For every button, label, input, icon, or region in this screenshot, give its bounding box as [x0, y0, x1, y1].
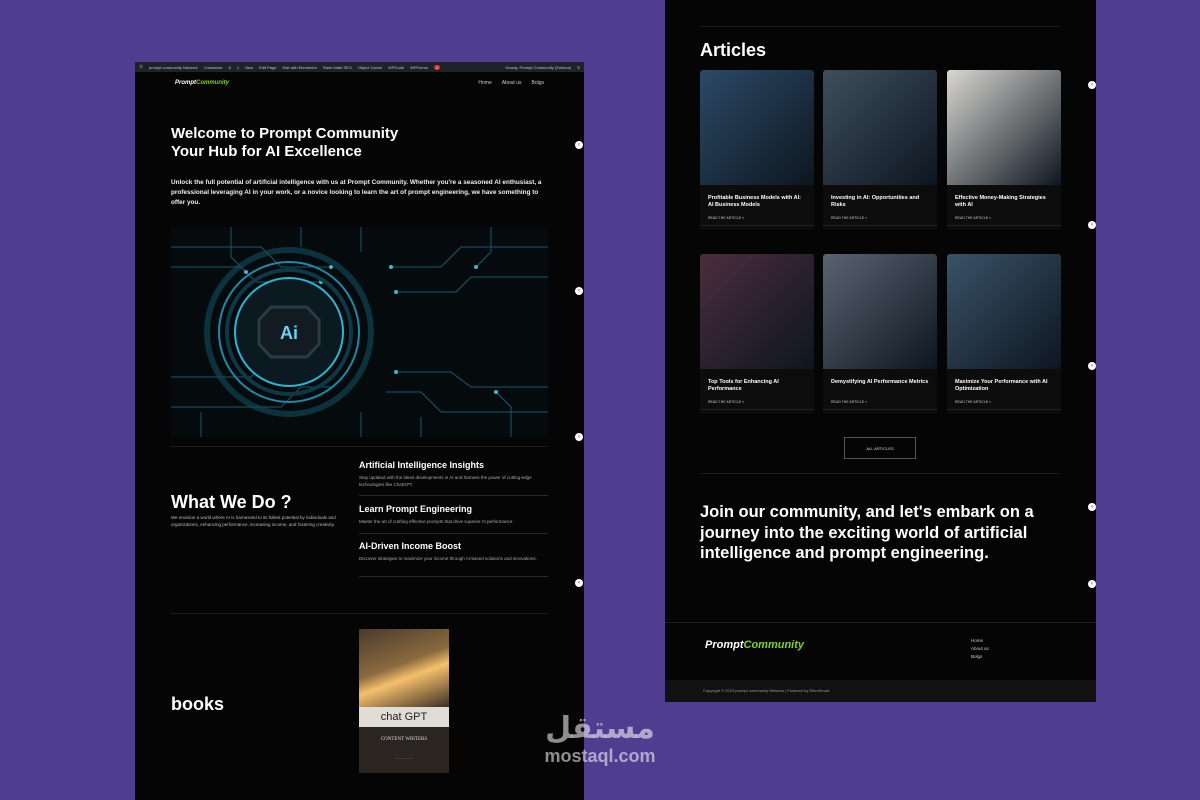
- article-meta: Prompt Community Network · October 29, 2…: [947, 409, 1061, 414]
- article-thumbnail[interactable]: [823, 70, 937, 185]
- scroll-marker[interactable]: ‹: [1088, 362, 1096, 370]
- divider: [700, 473, 1060, 474]
- scroll-marker[interactable]: ‹: [1088, 503, 1096, 511]
- main-menu: Home About us Bolgs: [478, 80, 544, 86]
- article-meta: Prompt Community Eadmar · November 5, 20…: [823, 225, 937, 230]
- article-title[interactable]: Effective Money-Making Strategies with A…: [947, 185, 1061, 212]
- admin-bar-elementor[interactable]: Edit with Elementor: [282, 65, 316, 70]
- admin-bar-wpcode[interactable]: WPCode: [388, 65, 404, 70]
- article-thumbnail[interactable]: [823, 254, 937, 369]
- service-item: AI-Driven Income Boost Discover strategi…: [359, 541, 548, 577]
- article-title[interactable]: Demystifying AI Performance Metrics: [823, 369, 937, 396]
- admin-bar-customize[interactable]: Customize: [204, 65, 223, 70]
- article-meta: Prompt Community Network · November 5, 2…: [947, 225, 1061, 230]
- admin-bar-greeting[interactable]: Howdy, Prompt Community (Sohima): [505, 65, 571, 70]
- wordpress-icon[interactable]: ⓦ: [139, 64, 143, 70]
- admin-bar-wpforms[interactable]: WPForms: [410, 65, 428, 70]
- join-community-text: Join our community, and let's embark on …: [700, 503, 1034, 562]
- books-title: books: [171, 694, 225, 714]
- article-thumbnail[interactable]: [700, 254, 814, 369]
- homepage-top-screenshot: ⓦ prompt community Network Customize 6 1…: [135, 62, 584, 800]
- article-meta: Prompt Community Eadmar · October 30, 20…: [823, 409, 937, 414]
- divider: [171, 613, 548, 614]
- read-more-link[interactable]: READ THE ARTICLE »: [700, 396, 814, 404]
- site-footer: PromptCommunity Home About us Bolgs: [665, 622, 1096, 680]
- article-meta: Prompt Community Network · October 30, 2…: [700, 409, 814, 414]
- service-text: Stay updated with the latest development…: [359, 475, 532, 487]
- service-title: Learn Prompt Engineering: [359, 504, 473, 514]
- article-title[interactable]: Profitable Business Models with AI: AI B…: [700, 185, 814, 212]
- divider: [700, 26, 1060, 27]
- wp-admin-bar: ⓦ prompt community Network Customize 6 1…: [135, 62, 584, 72]
- search-icon[interactable]: ⚲: [577, 65, 580, 70]
- footer-link-home[interactable]: Home: [971, 637, 989, 645]
- footer-logo[interactable]: PromptCommunity: [705, 639, 804, 651]
- read-more-link[interactable]: READ THE ARTICLE »: [823, 396, 937, 404]
- scroll-marker[interactable]: ‹: [1088, 221, 1096, 229]
- mostaql-watermark: مستقل mostaql.com: [520, 711, 680, 767]
- admin-bar-edit-page[interactable]: Edit Page: [259, 65, 276, 70]
- admin-bar-badge: 1: [433, 64, 441, 70]
- article-thumbnail[interactable]: [947, 70, 1061, 185]
- article-card[interactable]: Top Tools for Enhancing AI Performance RE…: [700, 254, 814, 414]
- article-title[interactable]: Investing in AI: Opportunities and Risks: [823, 185, 937, 212]
- admin-bar-object-cache[interactable]: Object Cache: [358, 65, 382, 70]
- book-cover-title: chat GPT: [359, 707, 449, 727]
- article-card[interactable]: Investing in AI: Opportunities and Risks…: [823, 70, 937, 230]
- scroll-marker[interactable]: ‹: [1088, 580, 1096, 588]
- site-header: PromptCommunity Home About us Bolgs: [135, 72, 584, 94]
- scroll-marker[interactable]: ‹: [1088, 81, 1096, 89]
- footer-link-about[interactable]: About us: [971, 645, 989, 653]
- admin-bar-rank-math[interactable]: Rank Math SEO: [323, 65, 352, 70]
- watermark-latin: mostaql.com: [544, 746, 656, 766]
- menu-item-home[interactable]: Home: [478, 80, 491, 86]
- read-more-link[interactable]: READ THE ARTICLE »: [947, 212, 1061, 220]
- article-card[interactable]: Demystifying AI Performance Metrics READ …: [823, 254, 937, 414]
- scroll-marker[interactable]: ‹: [575, 141, 583, 149]
- ai-chip-illustration: Ai: [171, 227, 548, 437]
- hero-title: Welcome to Prompt Community Your Hub for…: [171, 125, 399, 160]
- scroll-marker[interactable]: ‹: [575, 579, 583, 587]
- articles-title: Articles: [700, 40, 767, 60]
- what-we-do-text: We envision a world where AI is harnesse…: [171, 515, 336, 527]
- what-we-do-title: What We Do ?: [171, 492, 292, 512]
- all-articles-button[interactable]: ALL ARTICLES: [844, 437, 916, 459]
- article-title[interactable]: Maximize Your Performance with AI Optimi…: [947, 369, 1061, 396]
- book-cover-subtitle: CONTENT WRITERS: [380, 737, 428, 742]
- copyright: Copyright © 2023 prompt community Networ…: [665, 680, 1096, 702]
- menu-item-blogs[interactable]: Bolgs: [531, 80, 544, 86]
- admin-bar-updates[interactable]: 6: [229, 65, 231, 70]
- scroll-marker[interactable]: ‹: [575, 433, 583, 441]
- divider: [171, 446, 548, 447]
- service-item: Learn Prompt Engineering Master the art …: [359, 504, 548, 534]
- footer-menu: Home About us Bolgs: [971, 637, 989, 661]
- scroll-marker[interactable]: ‹: [575, 287, 583, 295]
- service-item: Artificial Intelligence Insights Stay up…: [359, 460, 548, 496]
- service-text: Master the art of crafting effective pro…: [359, 519, 514, 524]
- service-text: Discover strategies to maximize your inc…: [359, 556, 537, 561]
- watermark-arabic: مستقل: [545, 711, 655, 746]
- service-title: AI-Driven Income Boost: [359, 541, 462, 551]
- service-title: Artificial Intelligence Insights: [359, 460, 485, 470]
- article-card[interactable]: Profitable Business Models with AI: AI B…: [700, 70, 814, 230]
- read-more-link[interactable]: READ THE ARTICLE »: [823, 212, 937, 220]
- site-logo[interactable]: PromptCommunity: [175, 80, 229, 86]
- ai-chip-label: Ai: [280, 323, 298, 343]
- book-cover[interactable]: chat GPT CONTENT WRITERS — — — — —: [359, 629, 449, 773]
- admin-bar-site-name[interactable]: prompt community Network: [149, 65, 198, 70]
- article-card[interactable]: Effective Money-Making Strategies with A…: [947, 70, 1061, 230]
- menu-item-about[interactable]: About us: [502, 80, 522, 86]
- article-meta: Prompt Community Network · November 5, 2…: [700, 225, 814, 230]
- admin-bar-new[interactable]: New: [245, 65, 253, 70]
- read-more-link[interactable]: READ THE ARTICLE »: [947, 396, 1061, 404]
- article-thumbnail[interactable]: [700, 70, 814, 185]
- hero-text: Unlock the full potential of artificial …: [171, 179, 542, 206]
- homepage-bottom-screenshot: Articles Profitable Business Models with…: [665, 0, 1096, 702]
- admin-bar-comments[interactable]: 1: [237, 65, 239, 70]
- footer-link-blogs[interactable]: Bolgs: [971, 653, 989, 661]
- read-more-link[interactable]: READ THE ARTICLE »: [700, 212, 814, 220]
- article-thumbnail[interactable]: [947, 254, 1061, 369]
- article-title[interactable]: Top Tools for Enhancing AI Performance: [700, 369, 814, 396]
- article-card[interactable]: Maximize Your Performance with AI Optimi…: [947, 254, 1061, 414]
